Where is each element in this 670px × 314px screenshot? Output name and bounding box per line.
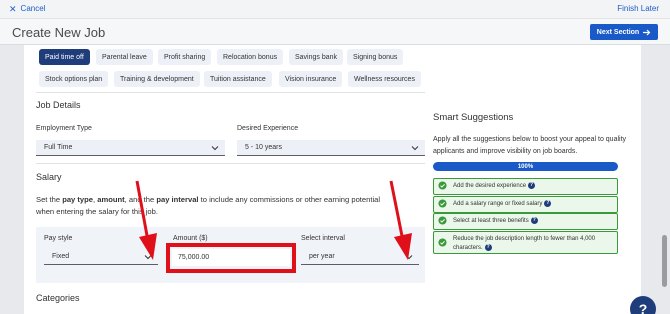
benefit-pill-vision[interactable]: Vision insurance <box>279 71 343 87</box>
benefit-pill-tuition[interactable]: Tuition assistance <box>204 71 272 87</box>
next-section-label: Next Section <box>596 28 640 36</box>
benefit-pill-savings-bank[interactable]: Savings bank <box>289 49 344 65</box>
progress-label: 100% <box>517 163 534 170</box>
experience-value: 5 - 10 years <box>245 144 282 151</box>
salary-description: Set the pay type, amount, and the pay in… <box>36 195 381 216</box>
help-circle-icon[interactable]: ? <box>544 200 552 207</box>
categories-heading: Categories <box>36 293 80 303</box>
job-details-heading: Job Details <box>36 100 81 110</box>
experience-select[interactable]: 5 - 10 years <box>237 140 425 156</box>
pay-style-value: Fixed <box>52 253 70 260</box>
suggestion-item: Reduce the job description length to few… <box>433 231 618 254</box>
amount-highlight-box <box>166 243 296 273</box>
suggestion-item: Add a salary range or fixed salary? <box>433 196 618 214</box>
benefit-pill-stock-options[interactable]: Stock options plan <box>39 71 109 87</box>
interval-value: per year <box>309 253 335 260</box>
divider <box>36 163 425 164</box>
check-circle-icon <box>438 199 447 208</box>
employment-type-value: Full Time <box>44 144 73 151</box>
help-circle-icon[interactable]: ? <box>528 182 536 189</box>
salary-heading: Salary <box>36 172 62 182</box>
benefit-pill-profit-sharing[interactable]: Profit sharing <box>158 49 212 65</box>
help-button[interactable]: ? <box>630 296 656 314</box>
benefit-pill-signing-bonus[interactable]: Signing bonus <box>347 49 404 65</box>
check-circle-icon <box>438 181 447 190</box>
cancel-link[interactable]: ✕ Cancel <box>9 4 45 13</box>
check-circle-icon <box>438 216 447 225</box>
top-bar: ✕ Cancel Finish Later <box>0 0 670 19</box>
employment-type-label: Employment Type <box>36 125 92 132</box>
check-circle-icon <box>438 238 447 247</box>
cancel-label: Cancel <box>20 4 46 13</box>
benefit-pill-training[interactable]: Training & development <box>114 71 200 87</box>
chevron-down-icon <box>411 146 419 151</box>
smart-suggestions-title: Smart Suggestions <box>433 112 514 123</box>
divider <box>36 92 425 93</box>
benefit-pill-wellness[interactable]: Wellness resources <box>348 71 421 87</box>
progress-bar: 100% <box>433 162 618 171</box>
experience-label: Desired Experience <box>237 125 299 132</box>
page-title: Create New Job <box>12 25 106 40</box>
help-circle-icon[interactable]: ? <box>530 217 538 224</box>
benefit-pill-relocation-bonus[interactable]: Relocation bonus <box>217 49 284 65</box>
suggestion-item: Select at least three benefits? <box>433 213 618 231</box>
pay-style-label: Pay style <box>44 235 73 242</box>
close-icon: ✕ <box>9 3 17 14</box>
annotation-arrow-icon <box>389 180 412 260</box>
annotation-arrow-icon <box>135 180 157 260</box>
benefit-pill-paid-time-off[interactable]: Paid time off <box>39 49 90 65</box>
employment-type-select[interactable]: Full Time <box>36 140 225 156</box>
arrow-right-icon <box>643 29 651 35</box>
finish-later-link[interactable]: Finish Later <box>617 4 659 13</box>
amount-label: Amount ($) <box>173 235 208 242</box>
page-header: Create New Job <box>0 19 670 45</box>
chevron-down-icon <box>211 146 219 151</box>
suggestion-item: Add the desired experience? <box>433 178 618 196</box>
next-section-button[interactable]: Next Section <box>590 24 658 40</box>
smart-suggestions-desc: Apply all the suggestions below to boost… <box>433 136 627 155</box>
scrollbar[interactable] <box>662 235 667 287</box>
interval-label: Select interval <box>301 235 345 242</box>
benefit-pill-parental-leave[interactable]: Parental leave <box>96 49 153 65</box>
help-circle-icon[interactable]: ? <box>484 244 492 251</box>
